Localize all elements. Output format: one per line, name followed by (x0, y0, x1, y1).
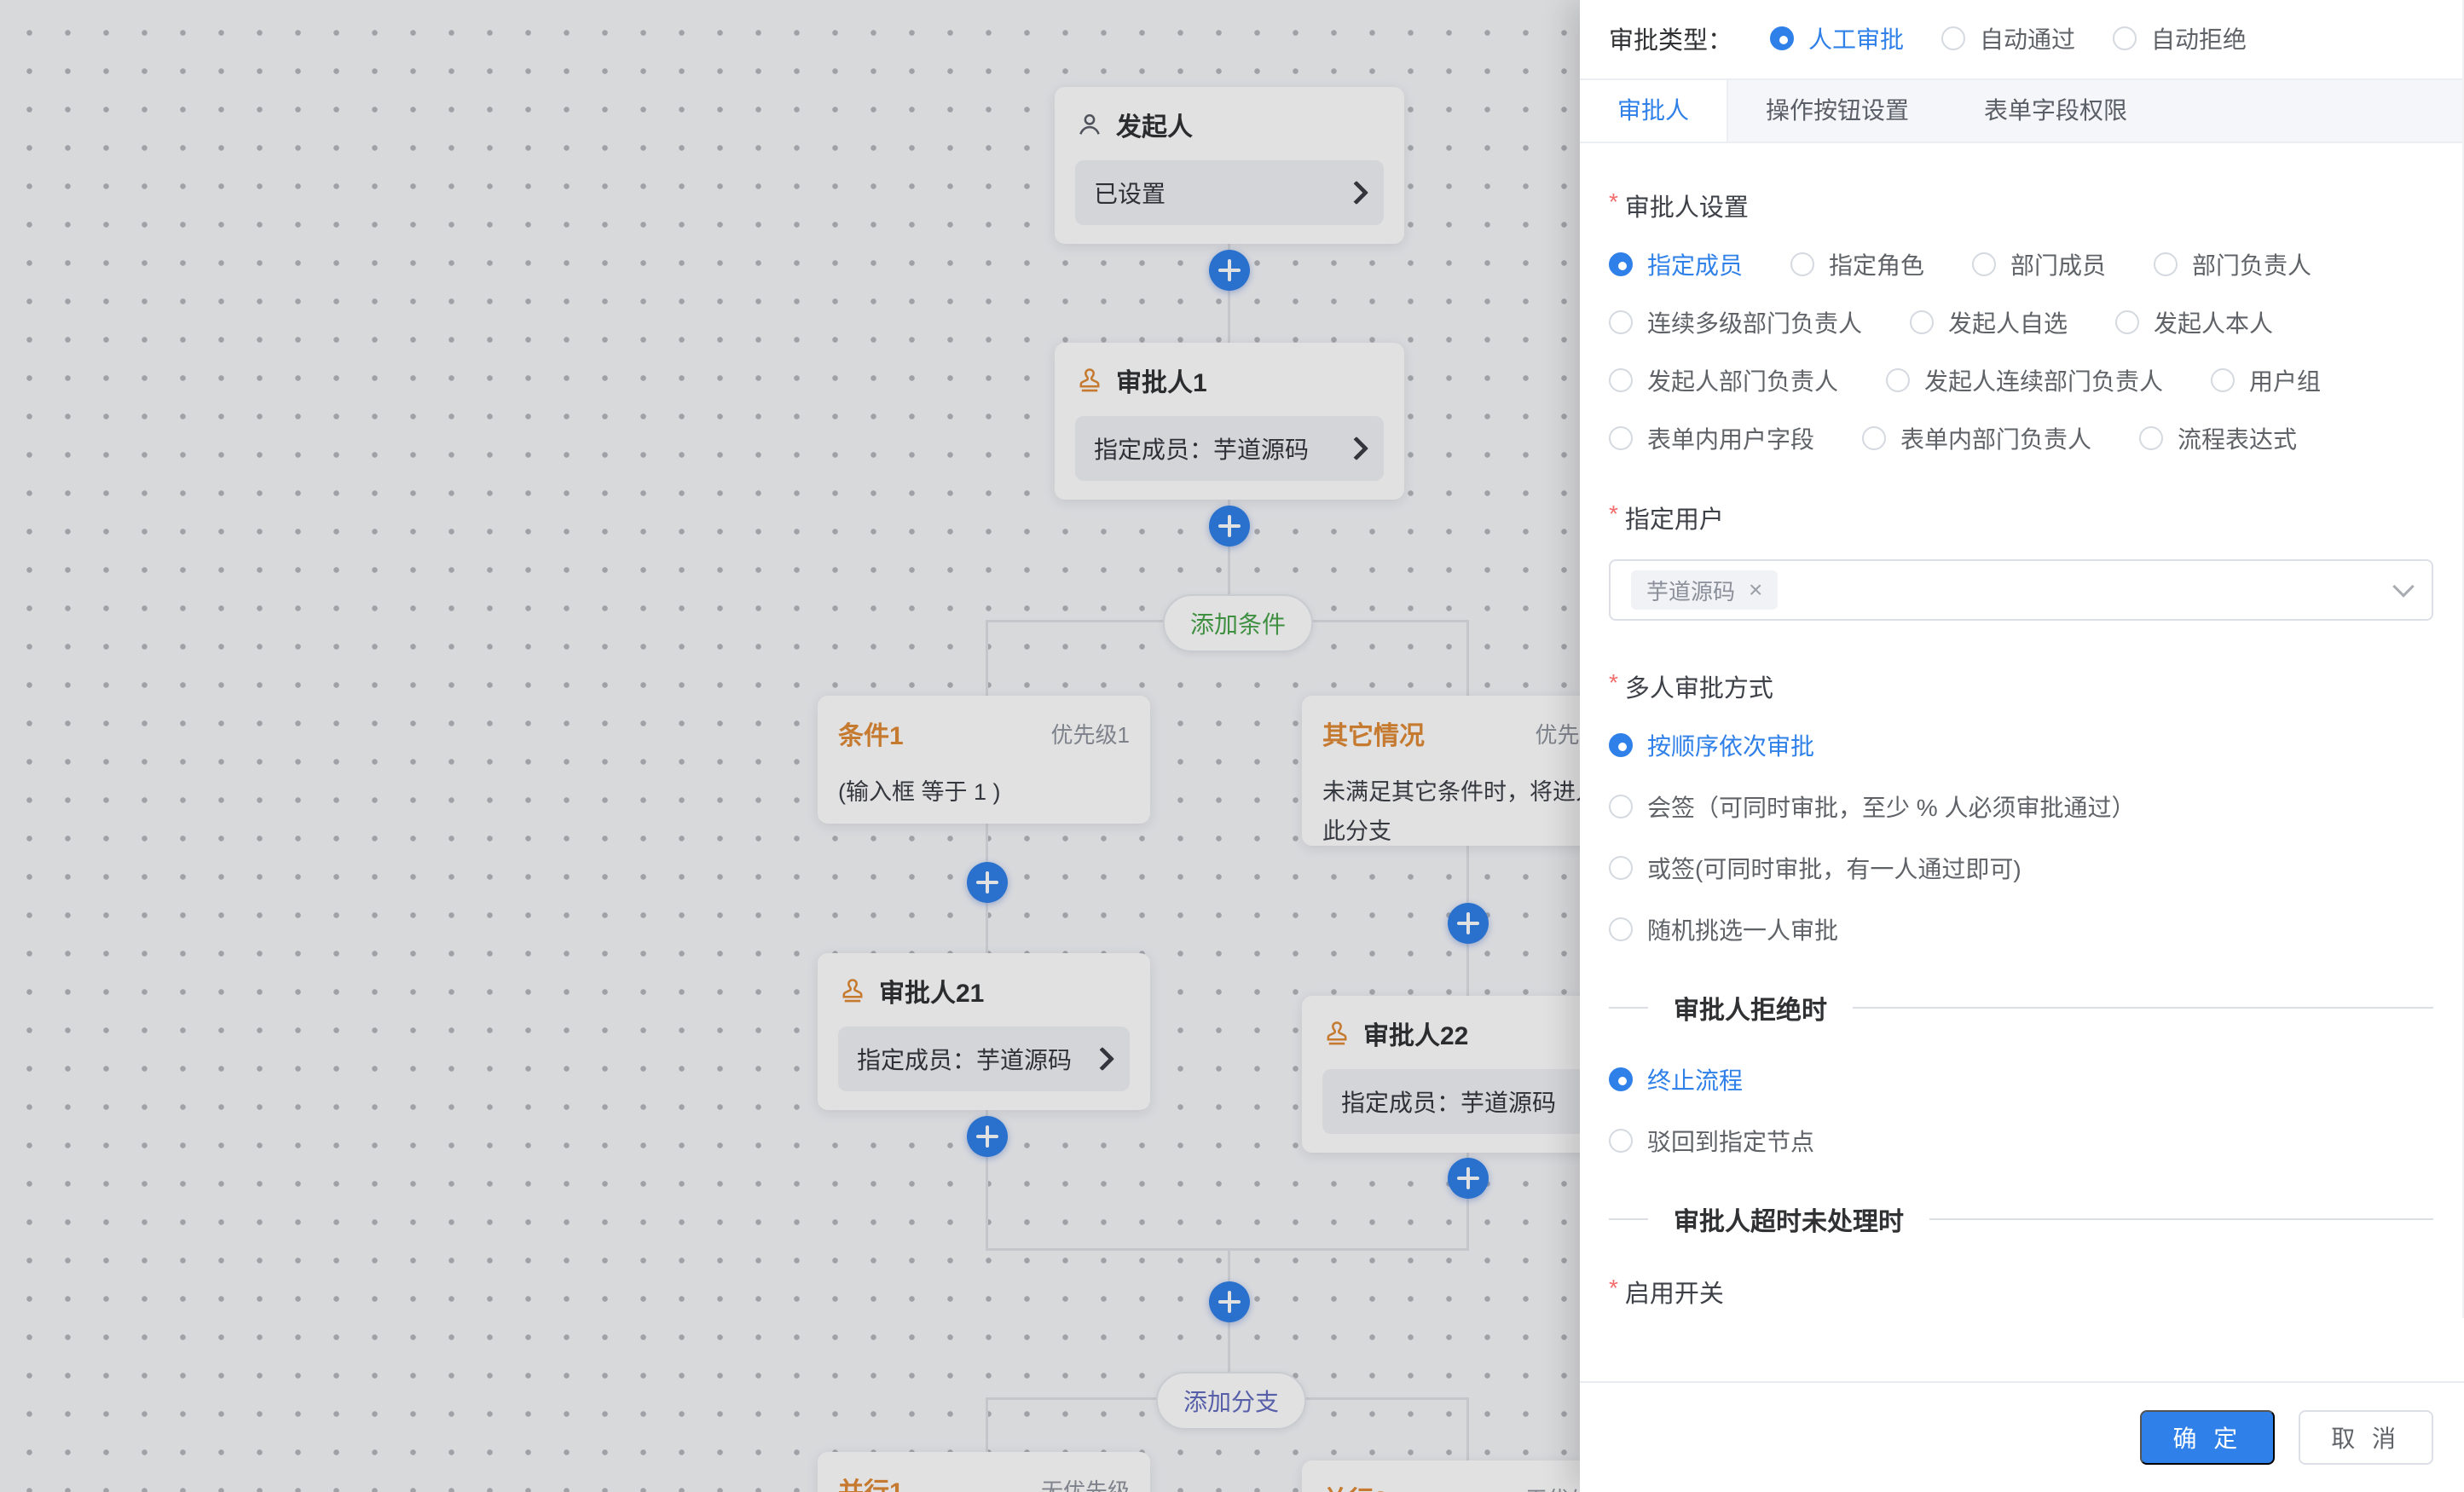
radio-random-one[interactable]: 随机挑选一人审批 (1609, 912, 2433, 946)
approver-form: * 审批人设置 指定成员 指定角色 部门成员 (1580, 143, 2462, 1318)
radio-user-group[interactable]: 用户组 (2211, 363, 2321, 397)
radio-label: 人工审批 (1808, 21, 1904, 55)
approver-type-row4: 表单内用户字段 表单内部门负责人 流程表达式 (1609, 421, 2433, 455)
selected-user-tag: 芋道源码 × (1631, 570, 1778, 610)
radio-process-expression[interactable]: 流程表达式 (2139, 421, 2297, 455)
radio-icon (1609, 252, 1633, 276)
multi-mode-options: 按顺序依次审批 会签（可同时审批，至少 % 人必须审批通过） 或签(可同时审批，… (1609, 728, 2433, 946)
radio-icon (1790, 252, 1814, 276)
reject-section-title: 审批人拒绝时 (1674, 989, 1827, 1026)
radio-form-dept-leader[interactable]: 表单内部门负责人 (1862, 421, 2091, 455)
radio-countersign[interactable]: 会签（可同时审批，至少 % 人必须审批通过） (1609, 789, 2433, 824)
radio-label: 自动拒绝 (2151, 21, 2247, 55)
radio-terminate-process[interactable]: 终止流程 (1609, 1062, 2433, 1096)
radio-assigned-role[interactable]: 指定角色 (1790, 247, 1924, 281)
radio-auto-approve[interactable]: 自动通过 (1941, 21, 2075, 55)
required-mark: * (1609, 668, 1618, 697)
approval-type-label: 审批类型： (1609, 20, 1732, 56)
radio-or-sign[interactable]: 或签(可同时审批，有一人通过即可) (1609, 851, 2433, 885)
tab-action-buttons[interactable]: 操作按钮设置 (1728, 80, 1946, 142)
radio-initiator-choose[interactable]: 发起人自选 (1910, 305, 2068, 339)
required-mark: * (1609, 500, 1618, 529)
radio-icon (1770, 26, 1794, 50)
confirm-button[interactable]: 确 定 (2140, 1410, 2275, 1465)
chevron-down-icon (2392, 575, 2414, 597)
radio-assigned-member[interactable]: 指定成员 (1609, 247, 1743, 281)
radio-icon (1609, 917, 1633, 941)
radio-icon (2113, 26, 2137, 50)
reject-options: 终止流程 驳回到指定节点 (1609, 1062, 2433, 1158)
radio-form-user-field[interactable]: 表单内用户字段 (1609, 421, 1814, 455)
radio-label: 自动通过 (1980, 21, 2075, 55)
required-mark: * (1609, 188, 1618, 217)
approval-settings-drawer: 审批类型： 人工审批 自动通过 自动拒绝 审批人 操作按钮设置 表单字段权 (1580, 0, 2464, 1492)
enable-switch-label: * 启用开关 (1609, 1274, 2433, 1310)
reject-section-divider: 审批人拒绝时 (1609, 989, 2433, 1026)
tab-approver[interactable]: 审批人 (1580, 80, 1728, 142)
radio-icon (1972, 252, 1996, 276)
radio-icon (1609, 1067, 1633, 1091)
approval-type-row: 审批类型： 人工审批 自动通过 自动拒绝 (1580, 0, 2462, 56)
radio-icon (1910, 310, 1934, 334)
workflow-designer-screen: 发起人 已设置 审批人1 指定成员：芋道源码 添加条件 (0, 0, 2464, 1492)
timeout-section-divider: 审批人超时未处理时 (1609, 1200, 2433, 1238)
drawer-footer: 确 定 取 消 (1580, 1381, 2464, 1492)
radio-dept-leader[interactable]: 部门负责人 (2154, 247, 2311, 281)
tag-close-icon[interactable]: × (1749, 579, 1762, 601)
radio-auto-reject[interactable]: 自动拒绝 (2113, 21, 2247, 55)
radio-dept-member[interactable]: 部门成员 (1972, 247, 2106, 281)
radio-return-to-node[interactable]: 驳回到指定节点 (1609, 1124, 2433, 1158)
required-mark: * (1609, 1274, 1618, 1303)
radio-sequential-approval[interactable]: 按顺序依次审批 (1609, 728, 2433, 762)
radio-icon (1862, 426, 1886, 450)
radio-icon (1609, 733, 1633, 757)
approver-type-row3: 发起人部门负责人 发起人连续部门负责人 用户组 (1609, 363, 2433, 397)
radio-icon (1609, 795, 1633, 818)
radio-initiator-self[interactable]: 发起人本人 (2115, 305, 2273, 339)
radio-icon (1609, 856, 1633, 880)
radio-icon (1609, 310, 1633, 334)
cancel-button[interactable]: 取 消 (2299, 1410, 2433, 1465)
approver-type-row1: 指定成员 指定角色 部门成员 部门负责人 (1609, 247, 2433, 281)
radio-icon (2211, 368, 2235, 392)
radio-icon (2139, 426, 2163, 450)
approver-type-row2: 连续多级部门负责人 发起人自选 发起人本人 (1609, 305, 2433, 339)
radio-icon (1941, 26, 1965, 50)
drawer-scroll-area[interactable]: 审批类型： 人工审批 自动通过 自动拒绝 审批人 操作按钮设置 表单字段权 (1580, 0, 2464, 1318)
tag-label: 芋道源码 (1646, 575, 1735, 606)
tab-form-field-permissions[interactable]: 表单字段权限 (1946, 80, 2165, 142)
radio-icon (1609, 368, 1633, 392)
settings-tabs: 审批人 操作按钮设置 表单字段权限 (1580, 78, 2462, 143)
radio-multi-level-dept-leader[interactable]: 连续多级部门负责人 (1609, 305, 1862, 339)
timeout-section-title: 审批人超时未处理时 (1674, 1200, 1904, 1238)
radio-manual-approval[interactable]: 人工审批 (1770, 21, 1904, 55)
radio-icon (1886, 368, 1910, 392)
radio-initiator-multi-dept-leader[interactable]: 发起人连续部门负责人 (1886, 363, 2163, 397)
multi-mode-label: * 多人审批方式 (1609, 668, 2433, 704)
radio-icon (1609, 426, 1633, 450)
radio-icon (1609, 1129, 1633, 1153)
radio-icon (2154, 252, 2178, 276)
radio-icon (2115, 310, 2139, 334)
assign-user-label: * 指定用户 (1609, 500, 2433, 535)
approver-setting-label: * 审批人设置 (1609, 188, 2433, 223)
assign-user-select[interactable]: 芋道源码 × (1609, 559, 2433, 621)
radio-initiator-dept-leader[interactable]: 发起人部门负责人 (1609, 363, 1838, 397)
